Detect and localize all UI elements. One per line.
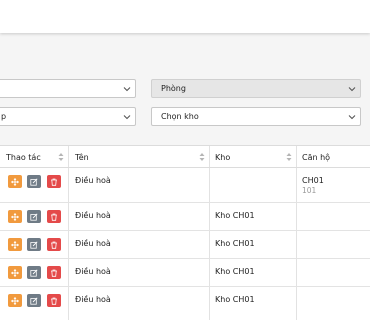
top-header-bar: [0, 0, 370, 33]
edit-icon: [30, 296, 38, 305]
trash-icon: [51, 178, 57, 186]
chevron-down-icon: [348, 87, 356, 92]
table-header: Thao tác Tên Kho Căn hộ: [0, 146, 370, 168]
header-apartment[interactable]: Căn hộ: [302, 153, 330, 162]
move-button[interactable]: [8, 266, 22, 279]
items-table: Thao tác Tên Kho Căn hộ Điều hoà CH01 10…: [0, 145, 370, 320]
table-row: Điều hoà Kho CH01: [0, 203, 370, 231]
cell-apartment: CH01: [302, 176, 324, 185]
move-icon: [11, 296, 19, 305]
cell-warehouse: Kho CH01: [215, 295, 255, 304]
header-actions: Thao tác: [6, 153, 41, 162]
cell-warehouse: Kho CH01: [215, 267, 255, 276]
table-row: Điều hoà Kho CH01: [0, 259, 370, 287]
sort-icon[interactable]: [199, 152, 205, 162]
edit-button[interactable]: [27, 238, 41, 251]
header-name[interactable]: Tên: [75, 153, 89, 162]
left-filter-select-2-value: p: [1, 112, 7, 121]
trash-icon: [51, 241, 57, 249]
move-button[interactable]: [8, 210, 22, 223]
edit-icon: [30, 268, 38, 277]
table-row: Điều hoà Kho CH01: [0, 287, 370, 320]
header-warehouse[interactable]: Kho: [215, 153, 230, 162]
warehouse-select[interactable]: Chọn kho: [151, 107, 361, 126]
move-icon: [11, 268, 19, 277]
move-icon: [11, 212, 19, 221]
chevron-down-icon: [123, 115, 131, 120]
sort-icon[interactable]: [286, 152, 292, 162]
room-select-value: Phòng: [161, 84, 186, 93]
edit-button[interactable]: [27, 175, 41, 188]
left-filter-select-1[interactable]: [0, 79, 136, 98]
trash-icon: [51, 297, 57, 305]
warehouse-select-value: Chọn kho: [161, 112, 199, 121]
cell-name: Điều hoà: [75, 267, 111, 276]
edit-icon: [30, 240, 38, 249]
move-button[interactable]: [8, 238, 22, 251]
table-row: Điều hoà CH01 101: [0, 168, 370, 203]
move-button[interactable]: [8, 294, 22, 307]
table-row: Điều hoà Kho CH01: [0, 231, 370, 259]
edit-button[interactable]: [27, 266, 41, 279]
delete-button[interactable]: [47, 266, 61, 279]
sort-icon[interactable]: [58, 152, 64, 162]
chevron-down-icon: [348, 115, 356, 120]
move-button[interactable]: [8, 175, 22, 188]
trash-icon: [51, 269, 57, 277]
edit-button[interactable]: [27, 210, 41, 223]
cell-warehouse: Kho CH01: [215, 239, 255, 248]
left-filter-select-2[interactable]: p: [0, 107, 136, 126]
edit-icon: [30, 177, 38, 186]
delete-button[interactable]: [47, 294, 61, 307]
cell-name: Điều hoà: [75, 176, 111, 185]
cell-name: Điều hoà: [75, 295, 111, 304]
edit-icon: [30, 212, 38, 221]
delete-button[interactable]: [47, 175, 61, 188]
move-icon: [11, 240, 19, 249]
delete-button[interactable]: [47, 210, 61, 223]
edit-button[interactable]: [27, 294, 41, 307]
chevron-down-icon: [123, 87, 131, 92]
trash-icon: [51, 213, 57, 221]
cell-apartment-sub: 101: [302, 186, 317, 195]
cell-name: Điều hoà: [75, 211, 111, 220]
room-select[interactable]: Phòng: [151, 79, 361, 98]
cell-name: Điều hoà: [75, 239, 111, 248]
delete-button[interactable]: [47, 238, 61, 251]
move-icon: [11, 177, 19, 186]
cell-warehouse: Kho CH01: [215, 211, 255, 220]
